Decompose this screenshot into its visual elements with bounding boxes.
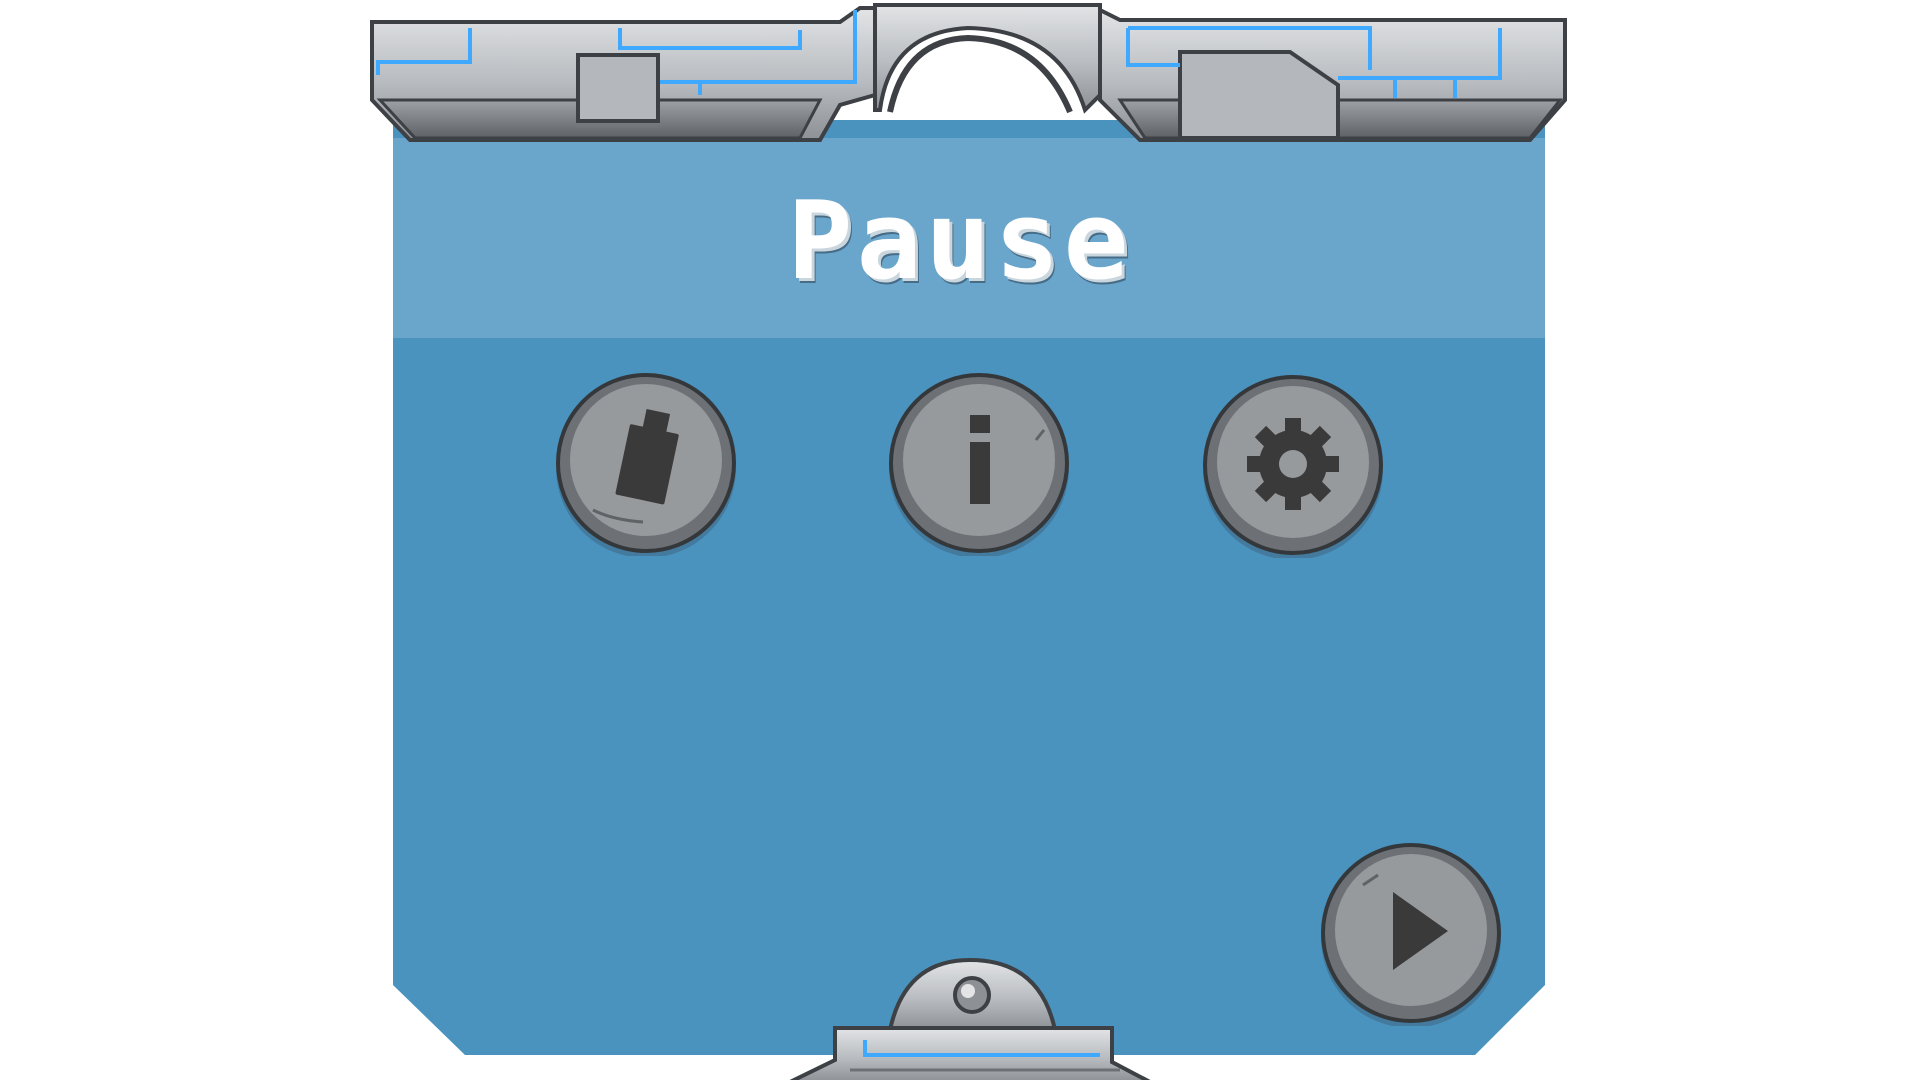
pause-title: Pause (787, 179, 1133, 304)
top-frame-left (370, 6, 877, 142)
gear-icon (1247, 418, 1339, 510)
top-frame-arch (873, 3, 1102, 114)
pause-screen: Pause (0, 0, 1920, 1080)
settings-button[interactable] (1200, 372, 1386, 558)
info-button[interactable] (886, 370, 1072, 556)
top-frame-right (1098, 6, 1567, 142)
info-icon (970, 415, 990, 504)
resume-button[interactable] (1318, 840, 1504, 1026)
save-button[interactable] (553, 370, 739, 556)
